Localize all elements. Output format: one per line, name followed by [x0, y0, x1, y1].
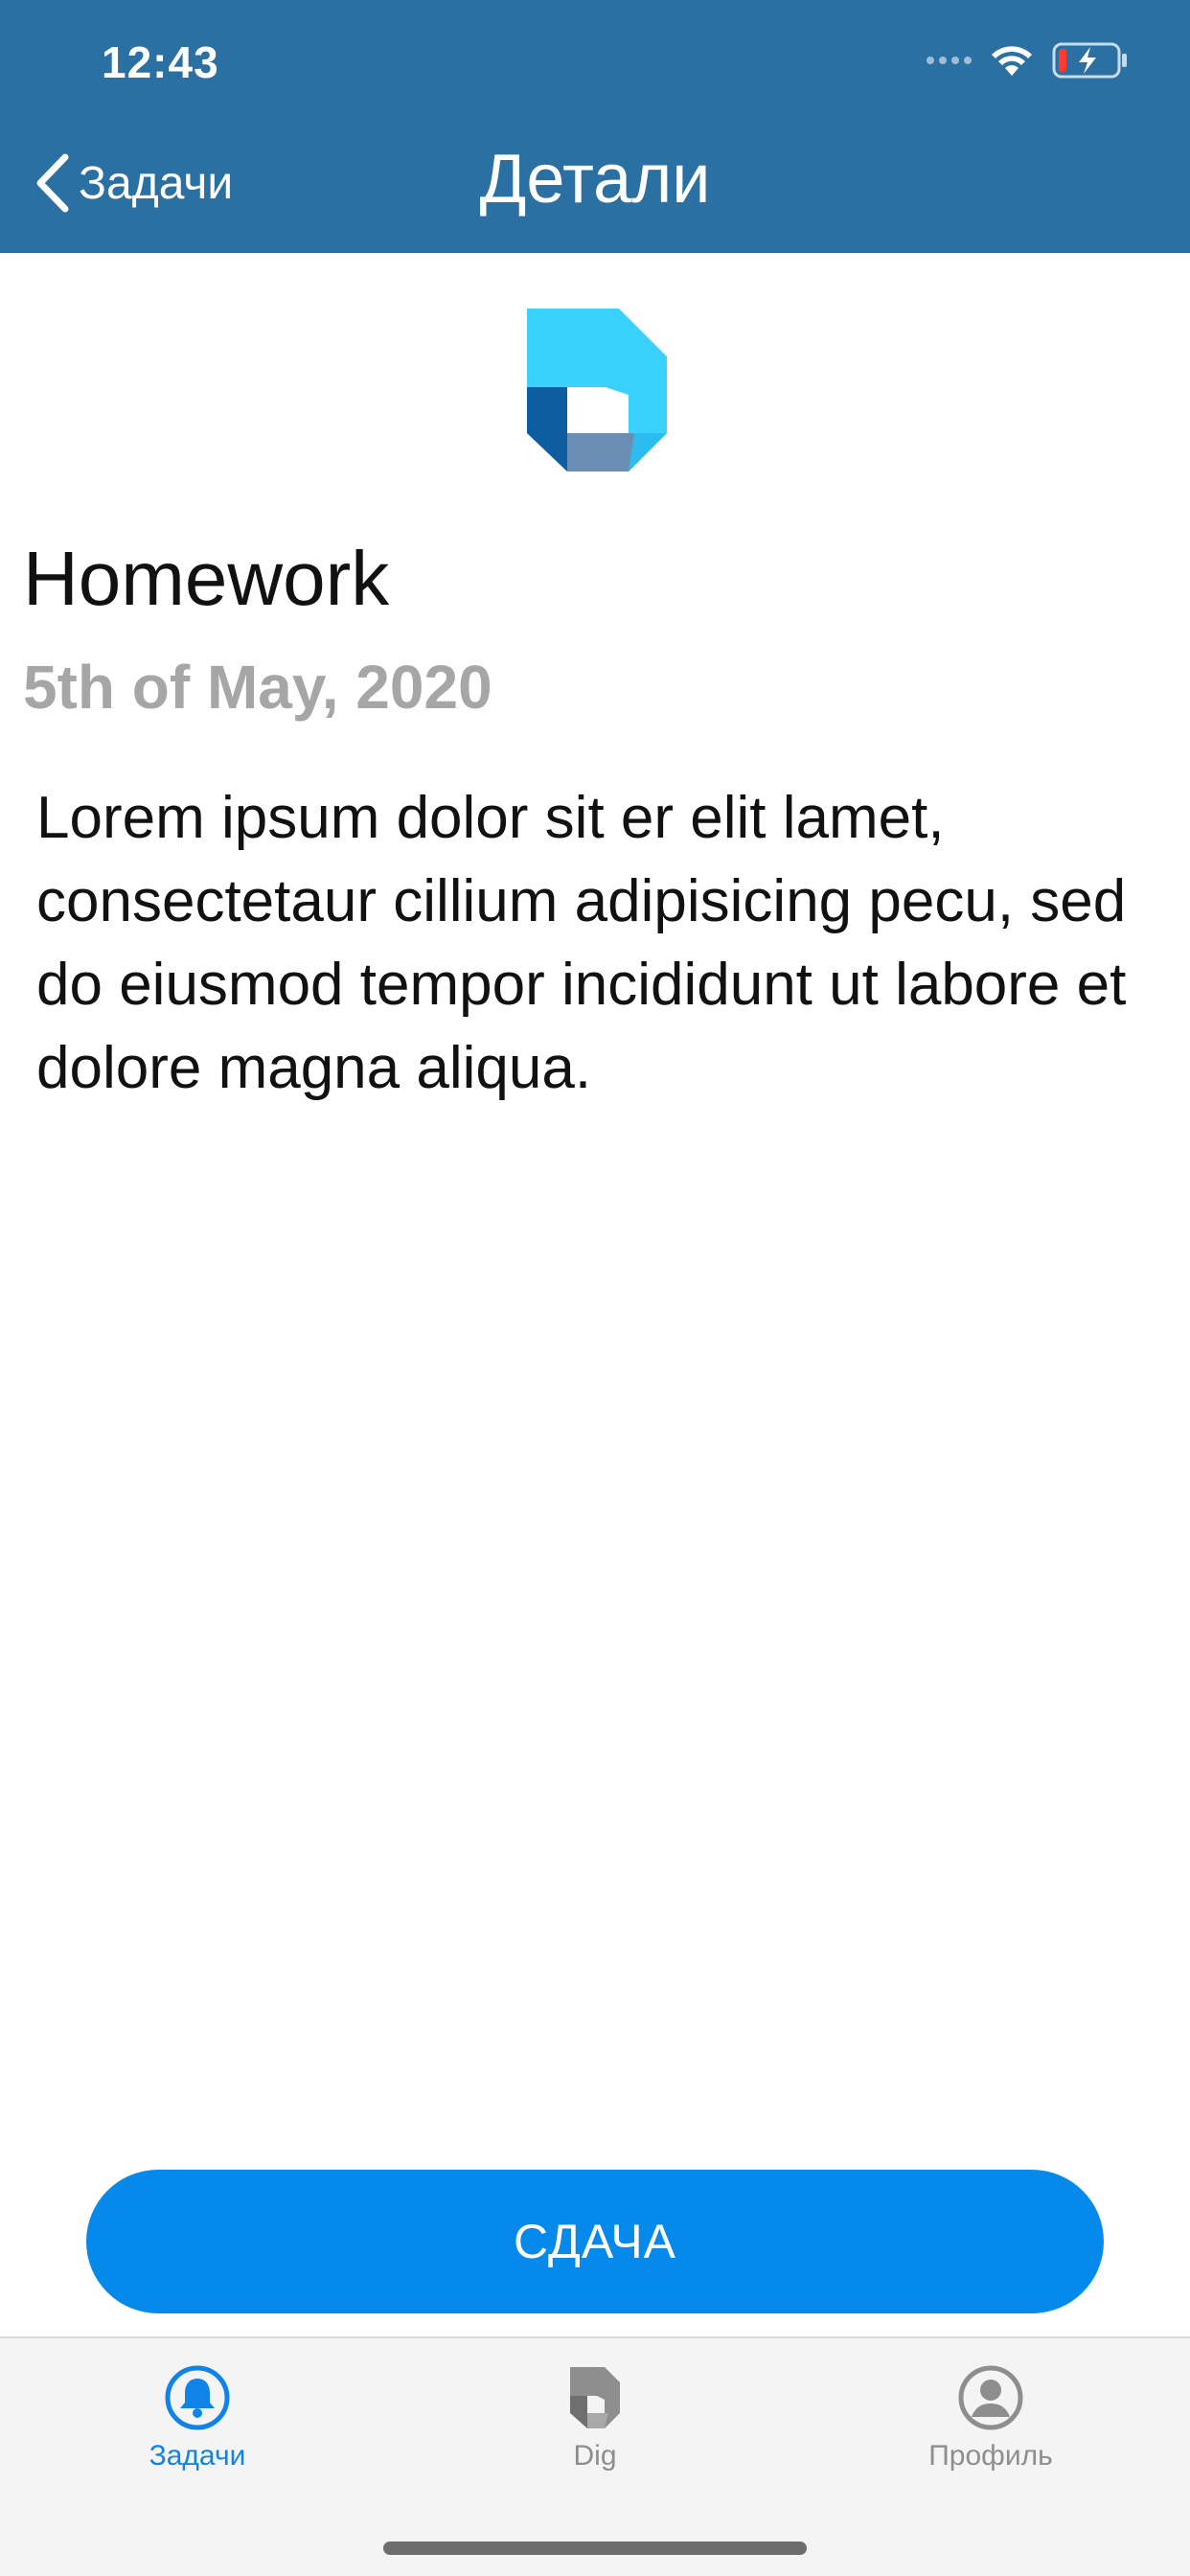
cellular-icon: [927, 57, 972, 64]
task-description: Lorem ipsum dolor sit er elit lamet, con…: [36, 785, 1127, 1101]
tab-dig[interactable]: Dig: [480, 2363, 710, 2472]
tab-profile-label: Профиль: [928, 2440, 1053, 2472]
task-date: 5th of May, 2020: [23, 653, 492, 722]
task-title: Homework: [23, 536, 390, 621]
page-title: Детали: [479, 141, 711, 218]
submit-button[interactable]: СДАЧА: [86, 2170, 1104, 2313]
battery-charging-icon: [1052, 42, 1127, 79]
tab-bar: Задачи Dig Профиль: [0, 2336, 1190, 2576]
header: 12:43 Задачи Детали: [0, 0, 1190, 253]
dig-logo-icon: [570, 2367, 620, 2428]
tab-profile[interactable]: Профиль: [876, 2363, 1106, 2472]
tab-dig-label: Dig: [573, 2440, 617, 2472]
tab-tasks[interactable]: Задачи: [82, 2363, 312, 2472]
task-details-screen: 12:43 Задачи Детали Homework 5th of May,…: [0, 0, 1190, 2576]
tab-tasks-label: Задачи: [149, 2440, 246, 2472]
status-icons: [927, 42, 1129, 79]
wifi-icon: [992, 46, 1032, 76]
bell-icon: [165, 2365, 230, 2430]
status-time: 12:43: [102, 37, 219, 87]
home-indicator: [383, 2542, 807, 2555]
profile-icon: [958, 2365, 1023, 2430]
app-logo-icon: [527, 309, 667, 472]
